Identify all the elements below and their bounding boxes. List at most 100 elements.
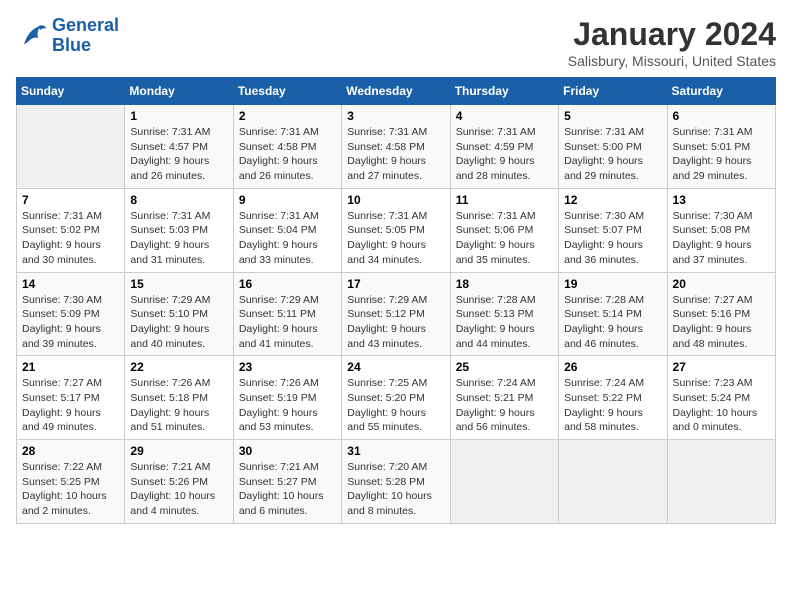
calendar-cell <box>450 440 558 524</box>
day-number: 5 <box>564 109 661 123</box>
day-info: Sunrise: 7:29 AM Sunset: 5:12 PM Dayligh… <box>347 293 444 352</box>
calendar-cell: 17Sunrise: 7:29 AM Sunset: 5:12 PM Dayli… <box>342 272 450 356</box>
day-number: 1 <box>130 109 227 123</box>
logo-bird-icon <box>16 22 48 50</box>
day-number: 24 <box>347 360 444 374</box>
calendar-week-row: 21 Sunrise: 7:27 AM Sunset: 5:17 PM Dayli… <box>17 356 776 440</box>
day-info: Sunrise: 7:30 AM Sunset: 5:09 PM Dayligh… <box>22 293 119 352</box>
calendar-cell: 20 Sunrise: 7:27 AM Sunset: 5:16 PM Dayli… <box>667 272 775 356</box>
day-info: Sunrise: 7:28 AM Sunset: 5:14 PM Dayligh… <box>564 293 661 352</box>
day-info: Sunrise: 7:29 AM Sunset: 5:11 PM Dayligh… <box>239 293 336 352</box>
calendar-table: SundayMondayTuesdayWednesdayThursdayFrid… <box>16 77 776 524</box>
calendar-cell: 1 Sunrise: 7:31 AM Sunset: 4:57 PM Daylig… <box>125 105 233 189</box>
logo: General Blue <box>16 16 119 56</box>
calendar-cell: 15Sunrise: 7:29 AM Sunset: 5:10 PM Dayli… <box>125 272 233 356</box>
calendar-cell: 19 Sunrise: 7:28 AM Sunset: 5:14 PM Dayli… <box>559 272 667 356</box>
day-info: Sunrise: 7:31 AM Sunset: 5:03 PM Dayligh… <box>130 209 227 268</box>
calendar-cell: 2 Sunrise: 7:31 AM Sunset: 4:58 PM Daylig… <box>233 105 341 189</box>
day-number: 22 <box>130 360 227 374</box>
day-info: Sunrise: 7:31 AM Sunset: 4:57 PM Dayligh… <box>130 125 227 184</box>
calendar-cell: 12 Sunrise: 7:30 AM Sunset: 5:07 PM Dayli… <box>559 188 667 272</box>
day-info: Sunrise: 7:30 AM Sunset: 5:08 PM Dayligh… <box>673 209 770 268</box>
day-number: 28 <box>22 444 119 458</box>
title-area: January 2024 Salisbury, Missouri, United… <box>568 16 776 69</box>
day-number: 27 <box>673 360 770 374</box>
day-number: 26 <box>564 360 661 374</box>
logo-text: General Blue <box>52 16 119 56</box>
day-number: 18 <box>456 277 553 291</box>
calendar-cell: 5 Sunrise: 7:31 AM Sunset: 5:00 PM Daylig… <box>559 105 667 189</box>
calendar-cell: 14 Sunrise: 7:30 AM Sunset: 5:09 PM Dayli… <box>17 272 125 356</box>
day-info: Sunrise: 7:25 AM Sunset: 5:20 PM Dayligh… <box>347 376 444 435</box>
calendar-cell: 26 Sunrise: 7:24 AM Sunset: 5:22 PM Dayli… <box>559 356 667 440</box>
day-header-row: SundayMondayTuesdayWednesdayThursdayFrid… <box>17 78 776 105</box>
day-info: Sunrise: 7:22 AM Sunset: 5:25 PM Dayligh… <box>22 460 119 519</box>
day-number: 25 <box>456 360 553 374</box>
day-info: Sunrise: 7:23 AM Sunset: 5:24 PM Dayligh… <box>673 376 770 435</box>
calendar-cell: 11Sunrise: 7:31 AM Sunset: 5:06 PM Dayli… <box>450 188 558 272</box>
day-number: 11 <box>456 193 553 207</box>
day-info: Sunrise: 7:27 AM Sunset: 5:16 PM Dayligh… <box>673 293 770 352</box>
day-number: 4 <box>456 109 553 123</box>
day-header-saturday: Saturday <box>667 78 775 105</box>
calendar-cell: 25Sunrise: 7:24 AM Sunset: 5:21 PM Dayli… <box>450 356 558 440</box>
day-info: Sunrise: 7:20 AM Sunset: 5:28 PM Dayligh… <box>347 460 444 519</box>
day-header-sunday: Sunday <box>17 78 125 105</box>
calendar-cell <box>667 440 775 524</box>
calendar-week-row: 7 Sunrise: 7:31 AM Sunset: 5:02 PM Daylig… <box>17 188 776 272</box>
day-number: 20 <box>673 277 770 291</box>
day-number: 10 <box>347 193 444 207</box>
day-number: 9 <box>239 193 336 207</box>
day-header-tuesday: Tuesday <box>233 78 341 105</box>
day-number: 6 <box>673 109 770 123</box>
calendar-cell <box>559 440 667 524</box>
day-number: 29 <box>130 444 227 458</box>
day-info: Sunrise: 7:31 AM Sunset: 5:04 PM Dayligh… <box>239 209 336 268</box>
calendar-cell: 16Sunrise: 7:29 AM Sunset: 5:11 PM Dayli… <box>233 272 341 356</box>
day-number: 13 <box>673 193 770 207</box>
calendar-week-row: 14 Sunrise: 7:30 AM Sunset: 5:09 PM Dayli… <box>17 272 776 356</box>
day-number: 3 <box>347 109 444 123</box>
day-info: Sunrise: 7:30 AM Sunset: 5:07 PM Dayligh… <box>564 209 661 268</box>
day-number: 12 <box>564 193 661 207</box>
day-number: 21 <box>22 360 119 374</box>
day-info: Sunrise: 7:26 AM Sunset: 5:19 PM Dayligh… <box>239 376 336 435</box>
calendar-week-row: 1 Sunrise: 7:31 AM Sunset: 4:57 PM Daylig… <box>17 105 776 189</box>
day-header-thursday: Thursday <box>450 78 558 105</box>
calendar-cell: 22 Sunrise: 7:26 AM Sunset: 5:18 PM Dayli… <box>125 356 233 440</box>
calendar-cell: 3Sunrise: 7:31 AM Sunset: 4:58 PM Daylig… <box>342 105 450 189</box>
calendar-cell: 23Sunrise: 7:26 AM Sunset: 5:19 PM Dayli… <box>233 356 341 440</box>
day-info: Sunrise: 7:24 AM Sunset: 5:22 PM Dayligh… <box>564 376 661 435</box>
day-number: 19 <box>564 277 661 291</box>
calendar-cell: 4 Sunrise: 7:31 AM Sunset: 4:59 PM Daylig… <box>450 105 558 189</box>
day-info: Sunrise: 7:31 AM Sunset: 5:02 PM Dayligh… <box>22 209 119 268</box>
calendar-cell <box>17 105 125 189</box>
day-info: Sunrise: 7:31 AM Sunset: 5:05 PM Dayligh… <box>347 209 444 268</box>
calendar-cell: 28 Sunrise: 7:22 AM Sunset: 5:25 PM Dayli… <box>17 440 125 524</box>
day-info: Sunrise: 7:31 AM Sunset: 4:58 PM Dayligh… <box>239 125 336 184</box>
calendar-cell: 10 Sunrise: 7:31 AM Sunset: 5:05 PM Dayli… <box>342 188 450 272</box>
calendar-subtitle: Salisbury, Missouri, United States <box>568 53 776 69</box>
day-number: 30 <box>239 444 336 458</box>
calendar-cell: 24 Sunrise: 7:25 AM Sunset: 5:20 PM Dayli… <box>342 356 450 440</box>
calendar-cell: 18 Sunrise: 7:28 AM Sunset: 5:13 PM Dayli… <box>450 272 558 356</box>
calendar-cell: 8 Sunrise: 7:31 AM Sunset: 5:03 PM Daylig… <box>125 188 233 272</box>
day-info: Sunrise: 7:21 AM Sunset: 5:27 PM Dayligh… <box>239 460 336 519</box>
calendar-title: January 2024 <box>568 16 776 53</box>
day-info: Sunrise: 7:27 AM Sunset: 5:17 PM Dayligh… <box>22 376 119 435</box>
day-number: 7 <box>22 193 119 207</box>
day-info: Sunrise: 7:31 AM Sunset: 5:00 PM Dayligh… <box>564 125 661 184</box>
day-header-wednesday: Wednesday <box>342 78 450 105</box>
day-number: 31 <box>347 444 444 458</box>
day-info: Sunrise: 7:26 AM Sunset: 5:18 PM Dayligh… <box>130 376 227 435</box>
calendar-cell: 29Sunrise: 7:21 AM Sunset: 5:26 PM Dayli… <box>125 440 233 524</box>
day-info: Sunrise: 7:31 AM Sunset: 5:01 PM Dayligh… <box>673 125 770 184</box>
calendar-cell: 13 Sunrise: 7:30 AM Sunset: 5:08 PM Dayli… <box>667 188 775 272</box>
day-number: 8 <box>130 193 227 207</box>
day-number: 2 <box>239 109 336 123</box>
calendar-cell: 9 Sunrise: 7:31 AM Sunset: 5:04 PM Daylig… <box>233 188 341 272</box>
day-number: 14 <box>22 277 119 291</box>
day-info: Sunrise: 7:28 AM Sunset: 5:13 PM Dayligh… <box>456 293 553 352</box>
day-info: Sunrise: 7:31 AM Sunset: 4:59 PM Dayligh… <box>456 125 553 184</box>
calendar-cell: 21 Sunrise: 7:27 AM Sunset: 5:17 PM Dayli… <box>17 356 125 440</box>
